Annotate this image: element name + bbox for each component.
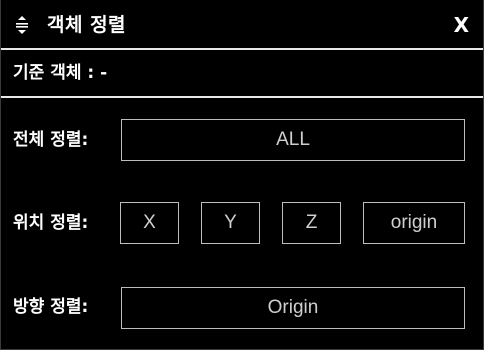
align-origin-button[interactable]: origin	[363, 202, 465, 244]
direction-align-label: 방향 정렬:	[13, 297, 89, 317]
align-all-button[interactable]: ALL	[121, 119, 465, 161]
position-align-label: 위치 정렬:	[13, 213, 89, 233]
object-align-panel: 객체 정렬 X 기준 객체 : - 전체 정렬: ALL 위치 정렬: X Y …	[0, 0, 484, 350]
close-button[interactable]: X	[454, 11, 469, 39]
target-object-row: 기준 객체 : -	[1, 50, 483, 96]
section-divider	[1, 96, 483, 98]
panel-title: 객체 정렬	[47, 14, 127, 36]
align-x-button[interactable]: X	[120, 202, 179, 244]
target-object-label: 기준 객체 : -	[13, 63, 108, 83]
drag-handle-icon[interactable]	[15, 16, 29, 34]
panel-header[interactable]: 객체 정렬 X	[1, 0, 483, 48]
overall-align-label: 전체 정렬:	[13, 130, 89, 150]
align-z-button[interactable]: Z	[282, 202, 341, 244]
align-y-button[interactable]: Y	[201, 202, 260, 244]
direction-origin-button[interactable]: Origin	[121, 287, 465, 329]
